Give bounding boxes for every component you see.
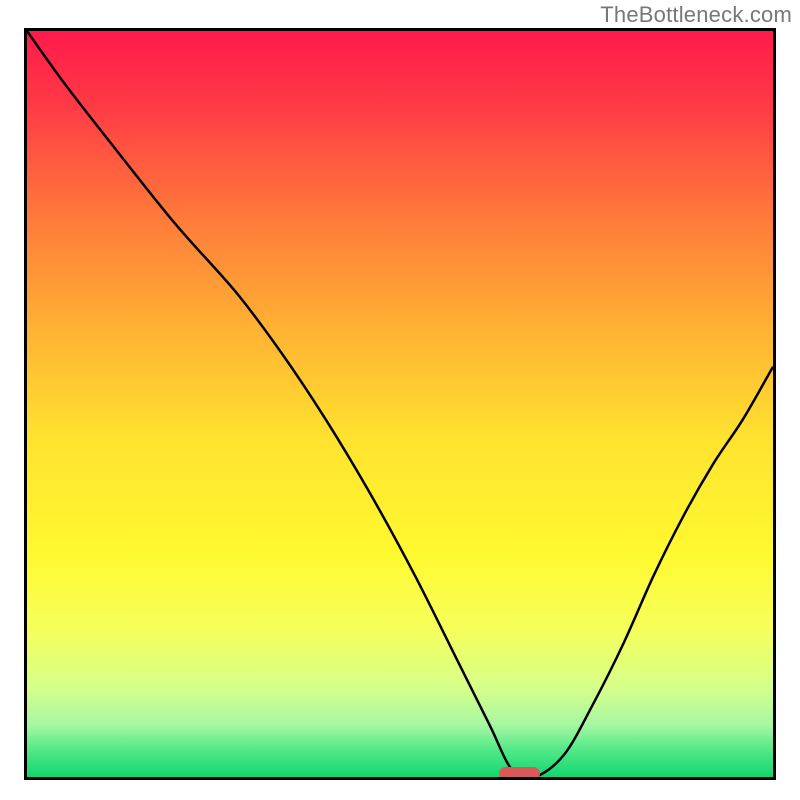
- plot-area: [24, 28, 776, 780]
- bottleneck-curve: [27, 31, 773, 777]
- optimal-marker: [499, 767, 540, 780]
- chart-container: TheBottleneck.com: [0, 0, 800, 800]
- watermark-text: TheBottleneck.com: [600, 2, 792, 28]
